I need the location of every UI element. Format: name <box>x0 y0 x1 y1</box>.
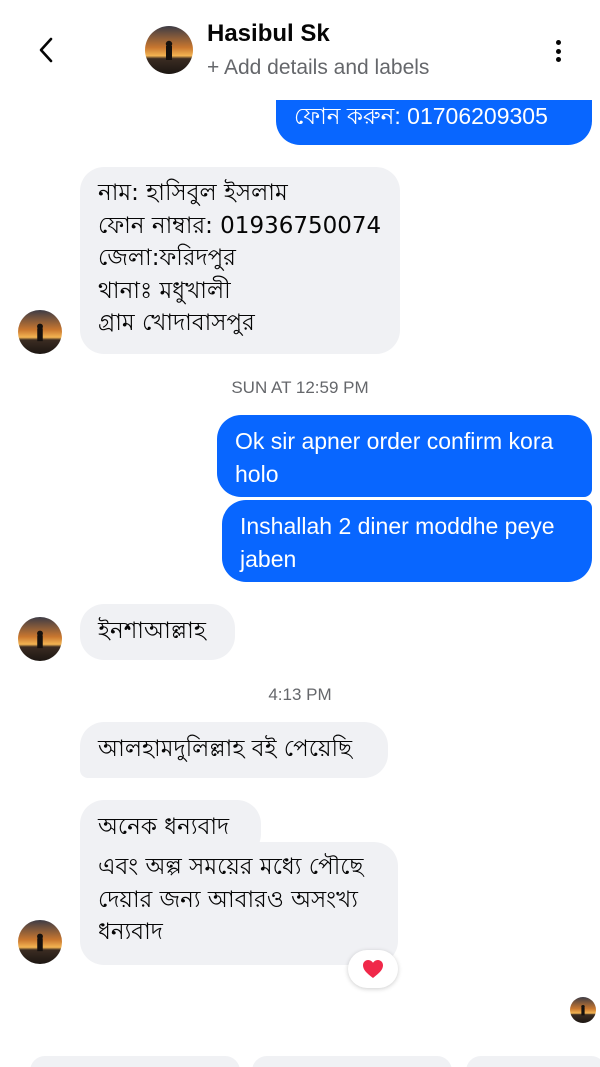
sender-avatar[interactable] <box>18 310 62 354</box>
timestamp: SUN AT 12:59 PM <box>231 378 369 397</box>
quick-reply-chip[interactable] <box>252 1056 452 1067</box>
add-details-link[interactable]: + Add details and labels <box>207 56 429 80</box>
outgoing-message[interactable]: Inshallah 2 diner moddhe peye jaben <box>222 500 592 582</box>
quick-reply-chip[interactable] <box>30 1056 240 1067</box>
quick-reply-chip[interactable] <box>466 1056 600 1067</box>
message-line: ফোন নাম্বার: 01936750074 <box>98 212 382 239</box>
incoming-message[interactable]: ইনশাআল্লাহ <box>80 604 235 660</box>
incoming-message[interactable]: এবং অল্প সময়ের মধ্যে পৌছে দেয়ার জন্য আ… <box>80 842 398 965</box>
timestamp: 4:13 PM <box>268 685 332 704</box>
contact-name[interactable]: Hasibul Sk <box>207 20 330 48</box>
conversation-header: Hasibul Sk + Add details and labels <box>0 0 600 100</box>
message-text: Inshallah 2 diner moddhe peye jaben <box>240 513 555 572</box>
message-reaction[interactable] <box>348 950 398 988</box>
back-button[interactable] <box>28 30 64 70</box>
message-text: আলহামদুলিল্লাহ বই পেয়েছি <box>98 736 353 762</box>
incoming-message[interactable]: আলহামদুলিল্লাহ বই পেয়েছি <box>80 722 388 778</box>
chevron-left-icon <box>39 37 53 63</box>
incoming-message[interactable]: নাম: হাসিবুল ইসলাম ফোন নাম্বার: 01936750… <box>80 167 400 354</box>
outgoing-message[interactable]: Ok sir apner order confirm kora holo <box>217 415 592 497</box>
message-text: ইনশাআল্লাহ <box>98 618 206 644</box>
sender-avatar[interactable] <box>18 617 62 661</box>
message-text: ফোন করুন: 01706209305 <box>294 103 548 129</box>
message-line: থানাঃ মধুখালী <box>98 277 231 304</box>
message-line: জেলা:ফরিদপুর <box>98 245 236 271</box>
message-line: গ্রাম খোদাবাসপুর <box>98 310 255 336</box>
sender-avatar[interactable] <box>18 920 62 964</box>
message-text: এবং অল্প সময়ের মধ্যে পৌছে দেয়ার জন্য আ… <box>98 854 364 945</box>
seen-indicator-avatar <box>570 997 596 1023</box>
message-text: অনেক ধন্যবাদ <box>98 814 230 840</box>
contact-avatar[interactable] <box>145 26 193 74</box>
message-line: নাম: হাসিবুল ইসলাম <box>98 180 288 206</box>
vertical-ellipsis-icon[interactable] <box>546 36 570 66</box>
heart-icon <box>363 960 383 978</box>
message-text: Ok sir apner order confirm kora holo <box>235 428 554 487</box>
